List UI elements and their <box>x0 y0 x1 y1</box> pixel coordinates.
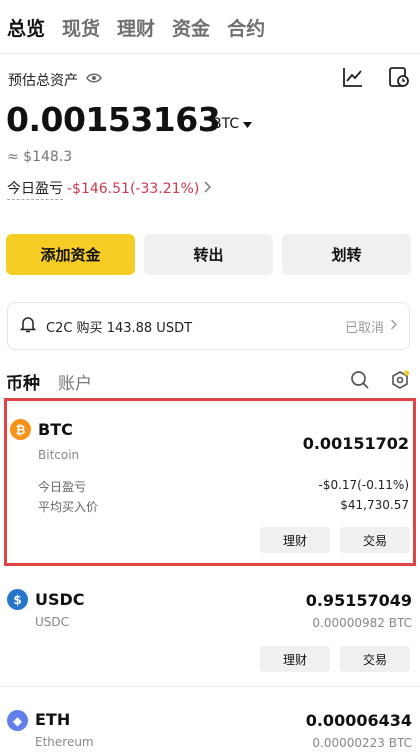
pnl-value: -$146.51(-33.21%) <box>67 181 200 197</box>
avg-price-label: 平均买入价 <box>38 500 99 514</box>
today-pnl[interactable]: 今日盈亏 -$146.51(-33.21%) <box>7 178 212 200</box>
asset-card-usdc[interactable]: $ USDC USDC 0.95157049 0.00000982 BTC 理财… <box>4 569 416 679</box>
tab-coins[interactable]: 币种 <box>6 369 40 394</box>
total-balance: 0.00153163 <box>6 100 221 139</box>
withdraw-button[interactable]: 转出 <box>144 234 273 275</box>
c2c-status-label: 已取消 <box>344 320 384 336</box>
unit-label: BTC <box>212 116 240 132</box>
history-icon[interactable] <box>388 66 410 88</box>
usdc-icon: $ <box>7 589 28 610</box>
bell-icon <box>19 316 37 337</box>
asset-subtabs: 币种 账户 <box>6 369 92 394</box>
chevron-right-icon <box>203 181 212 197</box>
asset-pnl-label: 今日盈亏 <box>38 480 87 494</box>
asset-btc-value: 0.00000223 BTC <box>312 736 412 750</box>
asset-card-btc[interactable]: ₿ BTC Bitcoin 0.00151702 今日盈亏 -$0.17(-0.… <box>4 398 416 566</box>
estimate-label: 预估总资产 <box>8 73 78 89</box>
trade-button[interactable]: 交易 <box>340 527 410 553</box>
eth-icon: ◆ <box>7 710 28 731</box>
c2c-text: C2C 购买 143.88 USDT <box>46 320 193 336</box>
asset-card-eth[interactable]: ◆ ETH Ethereum 0.00006434 0.00000223 BTC <box>4 690 416 756</box>
asset-amount: 0.95157049 <box>305 591 412 610</box>
c2c-status: 已取消 <box>345 317 397 336</box>
tab-futures[interactable]: 合约 <box>227 14 265 41</box>
asset-name: Bitcoin <box>38 448 80 462</box>
settings-icon[interactable] <box>390 370 410 394</box>
pnl-label: 今日盈亏 <box>7 178 63 200</box>
action-buttons: 添加资金 转出 划转 <box>6 234 411 275</box>
asset-amount: 0.00151702 <box>302 434 409 453</box>
unit-selector[interactable]: BTC <box>212 116 253 132</box>
asset-name: USDC <box>35 615 70 629</box>
usd-approx: ≈ $148.3 <box>7 149 73 165</box>
tab-spot[interactable]: 现货 <box>62 14 100 41</box>
trade-button[interactable]: 交易 <box>340 646 410 672</box>
chart-icon[interactable] <box>342 66 364 88</box>
asset-amount: 0.00006434 <box>305 711 412 730</box>
header-actions <box>342 66 410 88</box>
add-funds-button[interactable]: 添加资金 <box>6 234 135 275</box>
top-tabs: 总览 现货 理财 资金 合约 <box>7 14 265 41</box>
transfer-button[interactable]: 划转 <box>282 234 411 275</box>
tab-funding[interactable]: 资金 <box>172 14 210 41</box>
earn-button[interactable]: 理财 <box>260 527 330 553</box>
asset-symbol: USDC <box>35 590 85 609</box>
asset-symbol: ETH <box>35 710 71 729</box>
asset-divider <box>0 686 420 687</box>
btc-icon: ₿ <box>10 419 31 440</box>
estimate-header: 预估总资产 <box>8 70 102 90</box>
avg-price-value: $41,730.57 <box>340 498 409 512</box>
c2c-notice[interactable]: C2C 购买 143.88 USDT 已取消 <box>7 302 410 350</box>
tab-earn[interactable]: 理财 <box>117 14 155 41</box>
asset-pnl-value: -$0.17(-0.11%) <box>318 478 410 492</box>
tab-accounts[interactable]: 账户 <box>58 369 92 394</box>
tabs-divider <box>0 53 420 54</box>
search-icon[interactable] <box>350 370 370 394</box>
asset-btc-value: 0.00000982 BTC <box>312 616 412 630</box>
asset-name: Ethereum <box>35 735 94 749</box>
tab-overview[interactable]: 总览 <box>7 14 45 41</box>
earn-button[interactable]: 理财 <box>260 646 330 672</box>
asset-symbol: BTC <box>38 420 73 439</box>
eye-icon[interactable] <box>86 72 102 88</box>
asset-tools <box>350 370 410 394</box>
caret-down-icon <box>243 116 253 132</box>
chevron-right-icon <box>390 319 397 334</box>
